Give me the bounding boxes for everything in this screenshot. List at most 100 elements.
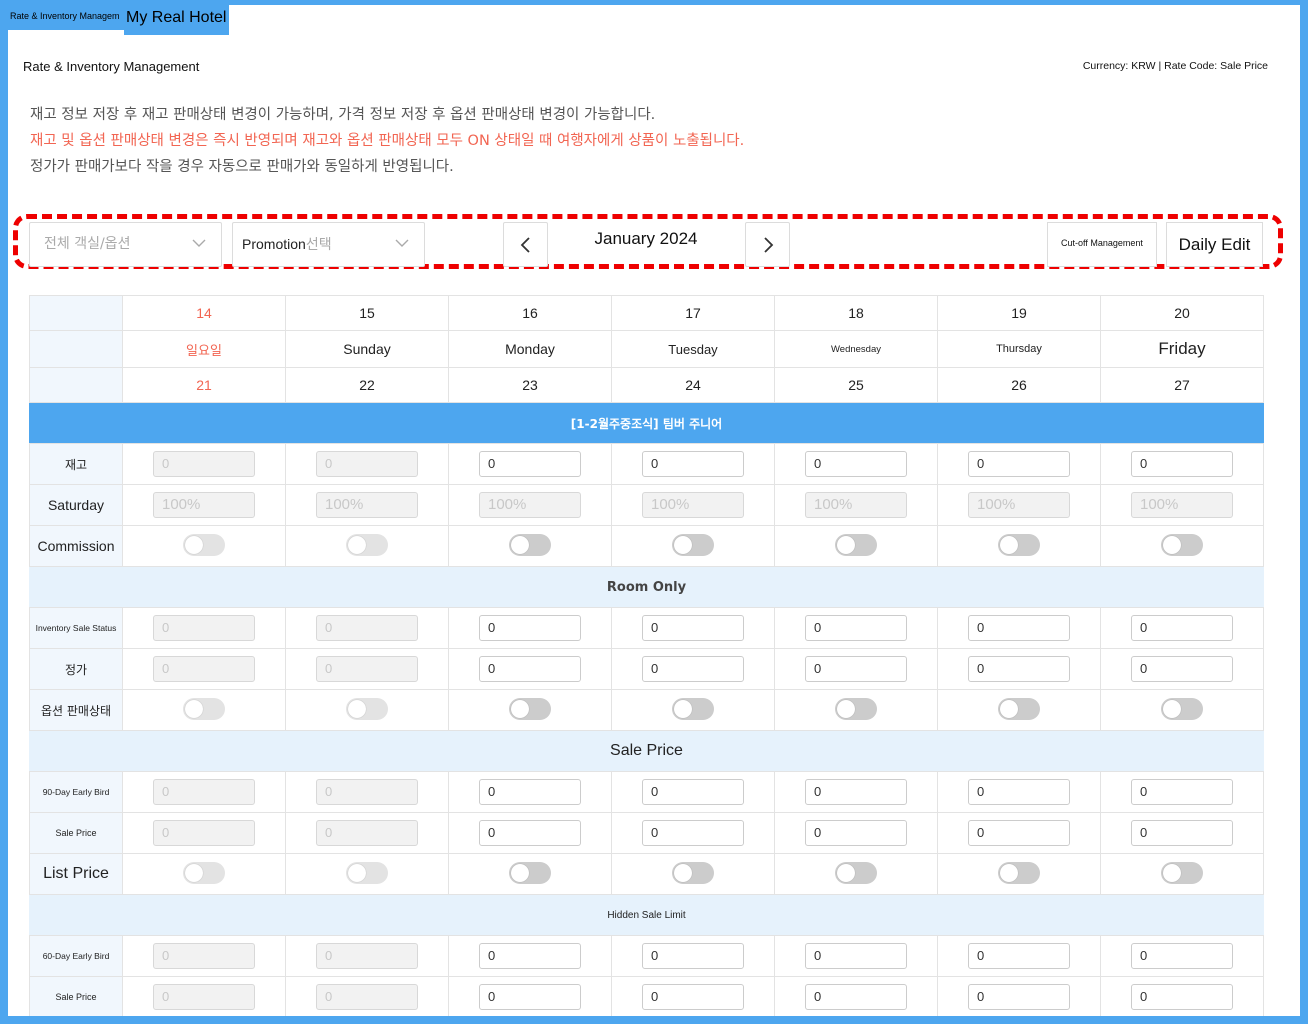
value-input[interactable]: 0	[1131, 779, 1233, 805]
date-row-bottom: 21 22 23 24 25 26 27	[29, 368, 1264, 403]
value-input[interactable]: 0	[968, 451, 1070, 477]
weekday-cell-2[interactable]: Monday	[449, 331, 612, 367]
room-option-select[interactable]: 전체 객실/옵션	[29, 222, 222, 267]
sale-status-toggle[interactable]	[835, 534, 877, 556]
value-input[interactable]: 0	[805, 984, 907, 1010]
sale-status-toggle[interactable]	[509, 534, 551, 556]
value-input[interactable]: 0	[968, 820, 1070, 846]
value-input[interactable]: 0	[1131, 984, 1233, 1010]
value-input[interactable]: 0	[479, 656, 581, 682]
value-input[interactable]: 0	[479, 943, 581, 969]
prev-month-button[interactable]	[503, 222, 548, 267]
value-cell	[449, 690, 612, 730]
value-input: 100%	[968, 492, 1070, 518]
value-input[interactable]: 0	[479, 779, 581, 805]
sale-status-toggle[interactable]	[509, 862, 551, 884]
sale-status-toggle[interactable]	[1161, 534, 1203, 556]
value-input[interactable]: 0	[479, 615, 581, 641]
sale-status-toggle[interactable]	[1161, 862, 1203, 884]
value-cell: 0	[938, 772, 1101, 812]
value-input[interactable]: 0	[805, 451, 907, 477]
value-input[interactable]: 0	[642, 451, 744, 477]
value-input[interactable]: 0	[968, 984, 1070, 1010]
weekday-cell-6[interactable]: Friday	[1101, 331, 1264, 367]
sale-status-toggle[interactable]	[1161, 698, 1203, 720]
daily-edit-button[interactable]: Daily Edit	[1166, 222, 1263, 267]
value-input: 100%	[1131, 492, 1233, 518]
header-corner	[29, 296, 123, 330]
room-select-placeholder: 전체 객실/옵션	[44, 236, 131, 252]
value-input[interactable]: 0	[642, 656, 744, 682]
data-row: Inventory Sale Status 0 0 0 0 0 0 0	[29, 608, 1264, 649]
value-input[interactable]: 0	[805, 820, 907, 846]
sale-status-toggle[interactable]	[998, 534, 1040, 556]
row-label-text: 90-Day Early Bird	[42, 787, 110, 797]
sale-status-toggle[interactable]	[835, 698, 877, 720]
value-input[interactable]: 0	[1131, 615, 1233, 641]
value-input[interactable]: 0	[479, 451, 581, 477]
value-input[interactable]: 0	[968, 779, 1070, 805]
value-input[interactable]: 0	[968, 656, 1070, 682]
sale-status-toggle[interactable]	[998, 862, 1040, 884]
row-label-text: 옵션 판매상태	[40, 703, 112, 718]
value-cell: 0	[123, 936, 286, 976]
value-input[interactable]: 0	[642, 984, 744, 1010]
sale-status-toggle[interactable]	[672, 698, 714, 720]
weekday-cell-5[interactable]: Thursday	[938, 331, 1101, 367]
value-input[interactable]: 0	[642, 943, 744, 969]
weekday-cell-3[interactable]: Tuesday	[612, 331, 775, 367]
date-cell: 19	[938, 296, 1101, 330]
value-cell: 100%	[449, 485, 612, 525]
currency-info: Currency: KRW | Rate Code: Sale Price	[1082, 60, 1268, 72]
cutoff-management-button[interactable]: Cut-off Management	[1047, 222, 1157, 267]
value-input[interactable]: 0	[805, 656, 907, 682]
value-input[interactable]: 0	[968, 943, 1070, 969]
value-input[interactable]: 0	[642, 779, 744, 805]
toggle-knob	[674, 864, 692, 882]
value-input[interactable]: 0	[479, 820, 581, 846]
weekday-row: 일요일 Sunday Monday Tuesday Wednesday Thursday F…	[29, 331, 1264, 368]
next-month-button[interactable]	[745, 222, 790, 267]
value-cell: 0	[612, 772, 775, 812]
value-cell	[286, 526, 449, 566]
value-cell	[1101, 690, 1264, 730]
promotion-select[interactable]: Promotion선택	[232, 222, 425, 267]
value-cell: 100%	[775, 485, 938, 525]
sale-status-toggle[interactable]	[672, 534, 714, 556]
value-input[interactable]: 0	[1131, 451, 1233, 477]
data-row: 재고 0 0 0 0 0 0 0	[29, 444, 1264, 485]
tab-hotel-name[interactable]: My Real Hotel	[124, 5, 229, 35]
data-row: List Price	[29, 854, 1264, 895]
section-title: Hidden Sale Limit	[29, 895, 1264, 935]
value-input[interactable]: 0	[642, 615, 744, 641]
value-input[interactable]: 0	[1131, 656, 1233, 682]
weekday-cell-4[interactable]: Wednesday	[775, 331, 938, 367]
value-input[interactable]: 0	[968, 615, 1070, 641]
sale-status-toggle[interactable]	[509, 698, 551, 720]
row-label-text: Inventory Sale Status	[35, 623, 117, 633]
tab-rate-inventory[interactable]: Rate & Inventory Managem	[8, 5, 124, 30]
row-label-text: 정가	[64, 662, 88, 677]
sale-status-toggle[interactable]	[672, 862, 714, 884]
value-input[interactable]: 0	[642, 820, 744, 846]
weekday-cell-0[interactable]: 일요일	[123, 331, 286, 367]
value-input[interactable]: 0	[479, 984, 581, 1010]
value-cell: 0	[449, 977, 612, 1017]
promotion-placeholder: 선택	[305, 237, 332, 253]
value-input[interactable]: 0	[805, 779, 907, 805]
sale-status-toggle[interactable]	[835, 862, 877, 884]
value-cell: 0	[286, 936, 449, 976]
toggle-knob	[348, 700, 366, 718]
value-input[interactable]: 0	[1131, 820, 1233, 846]
value-input[interactable]: 0	[805, 943, 907, 969]
sale-status-toggle[interactable]	[998, 698, 1040, 720]
value-cell	[286, 690, 449, 730]
data-row: Saturday 100% 100% 100% 100% 100% 100% 100%	[29, 485, 1264, 526]
value-cell: 0	[612, 813, 775, 853]
value-input[interactable]: 0	[805, 615, 907, 641]
value-cell: 0	[1101, 977, 1264, 1017]
value-input[interactable]: 0	[1131, 943, 1233, 969]
value-cell: 0	[775, 772, 938, 812]
weekday-cell-1[interactable]: Sunday	[286, 331, 449, 367]
value-input: 100%	[479, 492, 581, 518]
